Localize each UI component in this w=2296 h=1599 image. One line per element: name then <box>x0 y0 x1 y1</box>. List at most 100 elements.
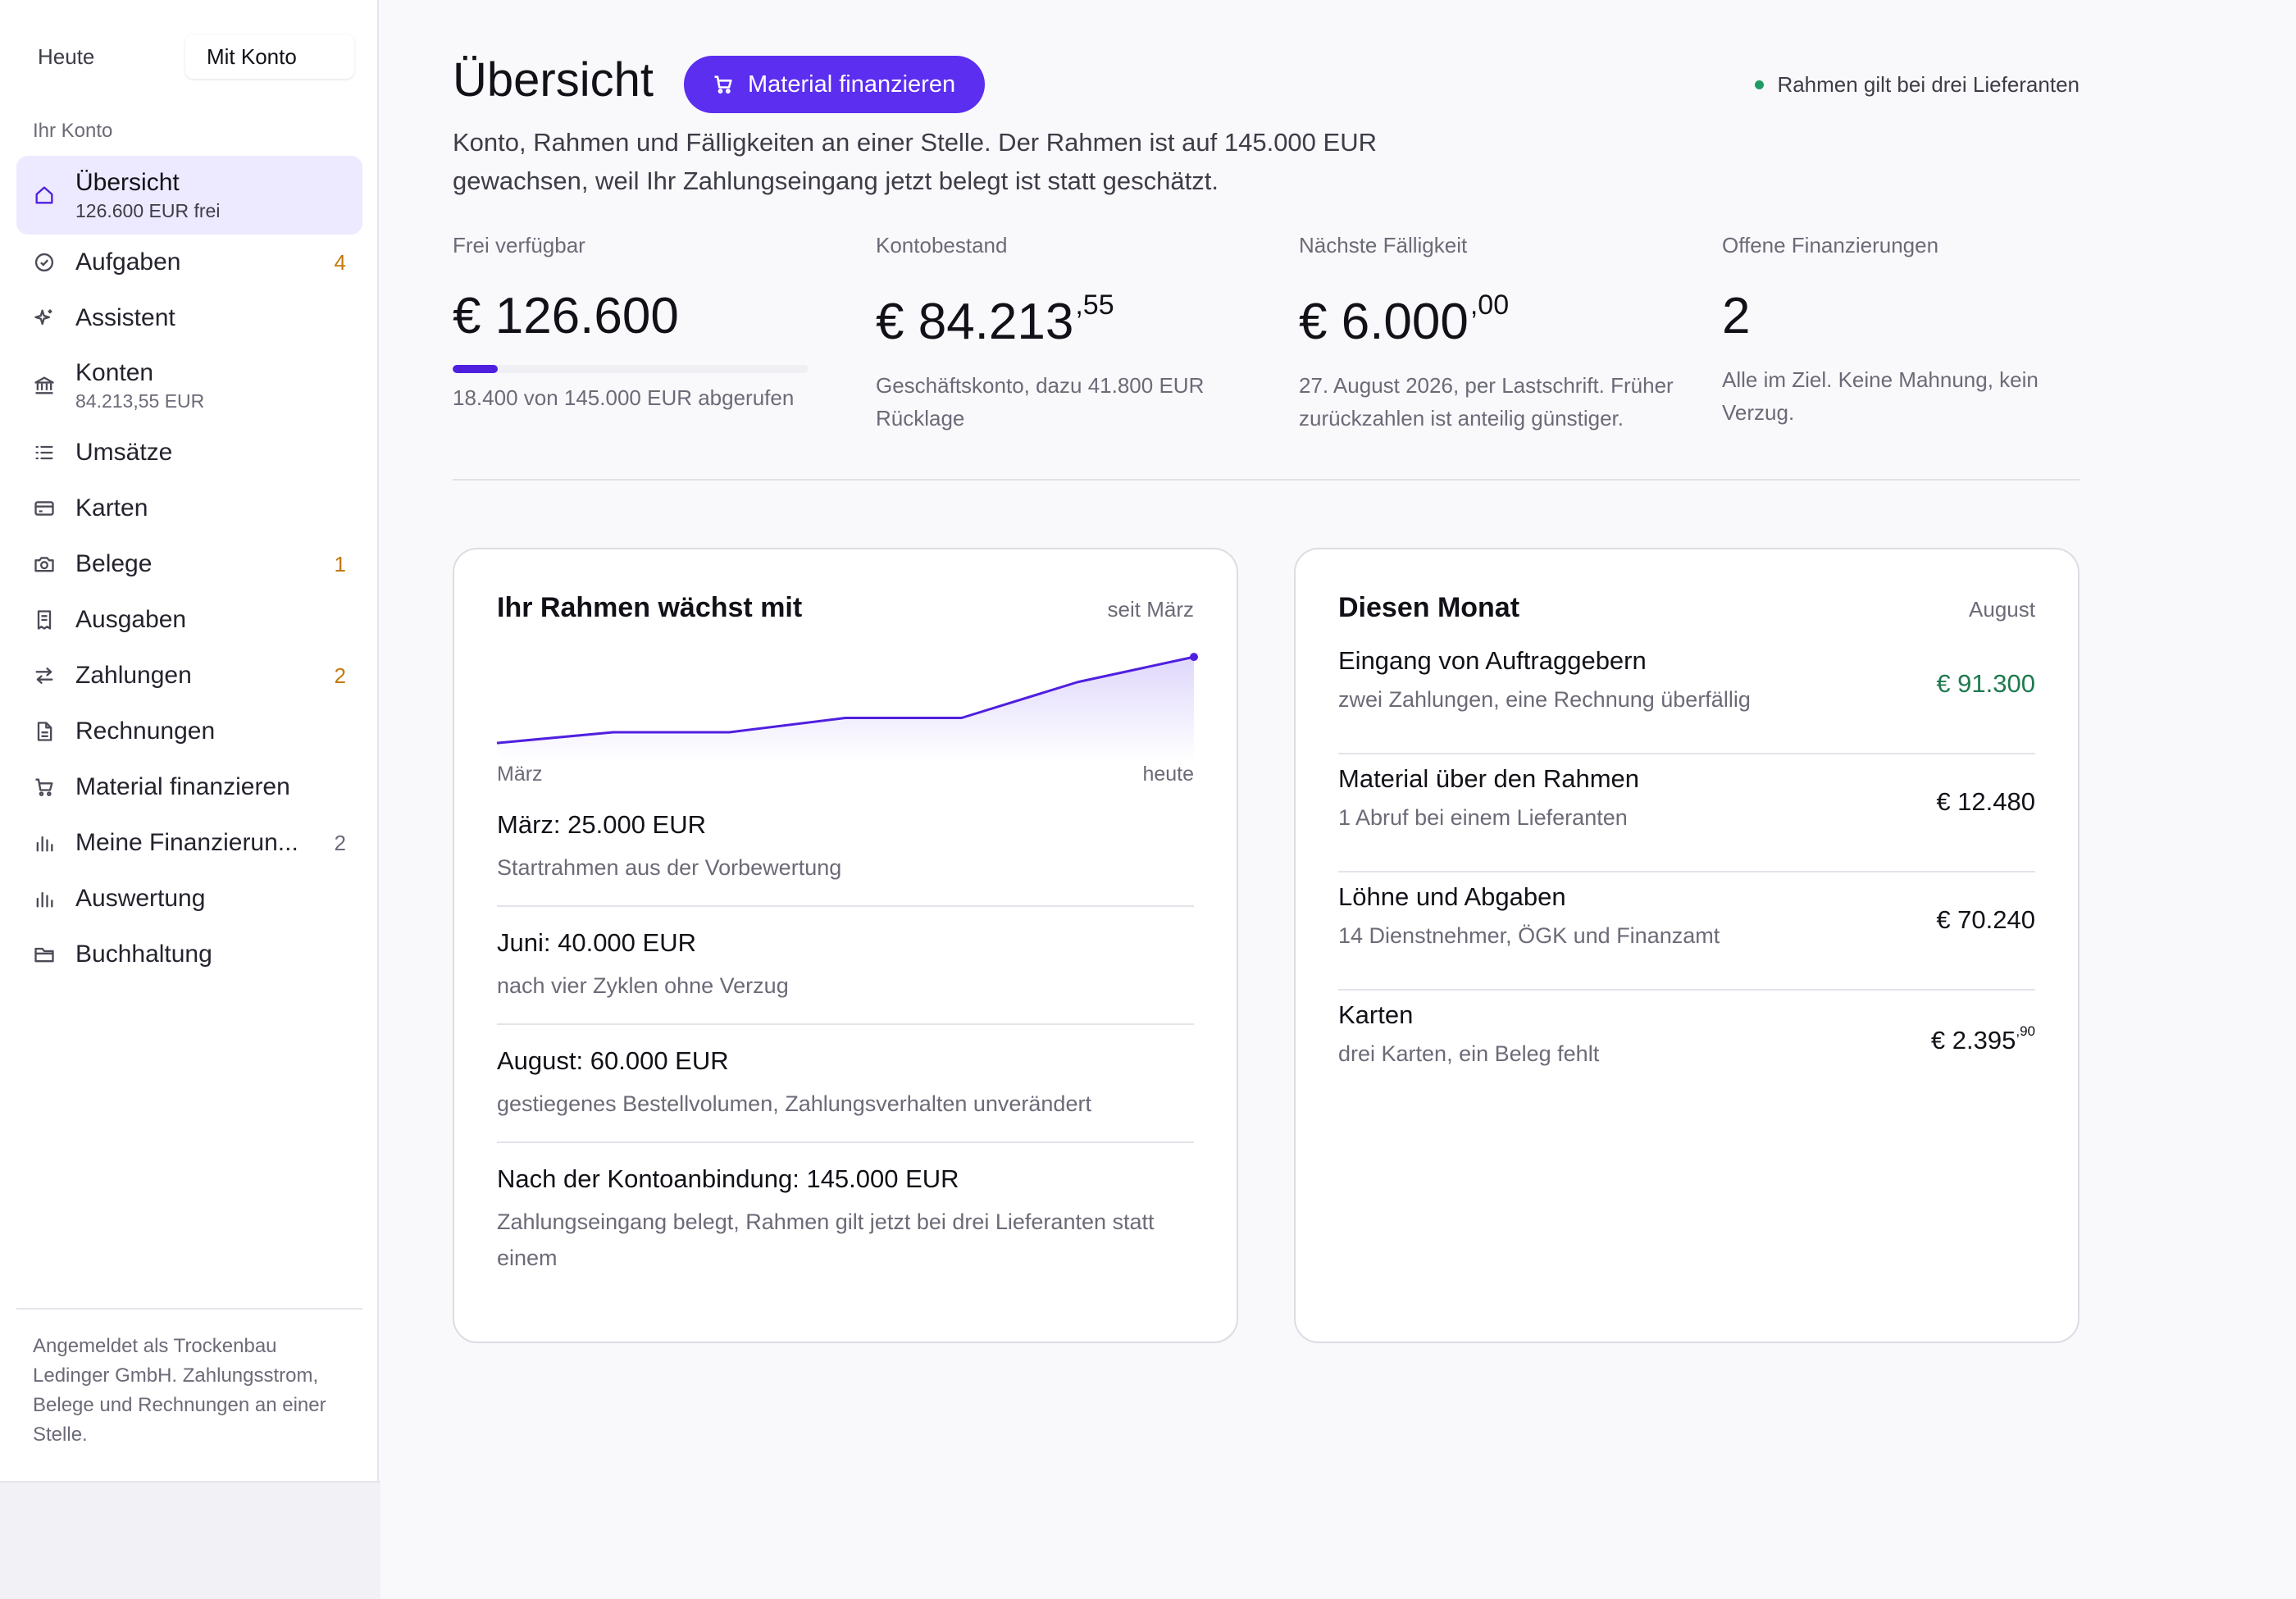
credit-usage-fill <box>453 365 499 373</box>
mode-tab-mit-konto[interactable]: Mit Konto <box>185 34 354 79</box>
sidebar-nav: Übersicht 126.600 EUR frei Aufgaben 4 As… <box>16 156 362 982</box>
sidebar-item-label: Umsätze <box>75 439 173 466</box>
credit-growth-svg <box>496 653 1198 761</box>
sidebar-item-label: Übersicht <box>75 168 180 196</box>
nav-section-label: Ihr Konto <box>33 120 113 142</box>
bank-icon <box>33 374 56 397</box>
credit-growth-card: Ihr Rahmen wächst mit seit März März heu… <box>453 548 1238 1343</box>
list-item: Nach der Kontoanbindung: 145.000 EUR Zah… <box>497 1164 1194 1296</box>
material-finanzieren-button[interactable]: Material finanzieren <box>684 56 986 113</box>
sidebar-item-label: Aufgaben <box>75 248 181 276</box>
check-circle-icon <box>33 251 56 274</box>
transfer-icon <box>33 664 56 687</box>
card-title: Diesen Monat <box>1338 592 1520 623</box>
list-item[interactable]: Löhne und Abgaben 14 Dienstnehmer, ÖGK u… <box>1338 872 2035 991</box>
stat-cents: ,00 <box>1469 289 1510 321</box>
row-amount-cents: ,90 <box>2016 1023 2035 1039</box>
milestone-desc: nach vier Zyklen ohne Verzug <box>497 973 789 998</box>
sidebar-item-buchhaltung[interactable]: Buchhaltung <box>16 927 362 982</box>
milestone-title: Juni: 40.000 EUR <box>497 928 696 957</box>
sidebar: Heute Mit Konto Ihr Konto Übersicht 126.… <box>0 0 379 1481</box>
receipt-icon <box>33 608 56 631</box>
sidebar-item-karten[interactable]: Karten <box>16 481 362 536</box>
month-list: Eingang von Auftraggebern zwei Zahlungen… <box>1338 646 2035 1109</box>
sidebar-item-label: Belege <box>75 550 153 577</box>
sidebar-item-auswertung[interactable]: Auswertung <box>16 871 362 927</box>
stat-value: € 6.000,00 <box>1299 289 1510 350</box>
sidebar-item-zahlungen[interactable]: Zahlungen 2 <box>16 648 362 704</box>
stat-open-financings: Offene Finanzierungen 2 Alle im Ziel. Ke… <box>1722 233 2107 429</box>
stat-desc: Geschäftskonto, dazu 41.800 EUR Rücklage <box>876 373 1205 430</box>
milestone-desc: Zahlungseingang belegt, Rahmen gilt jetz… <box>497 1210 1155 1270</box>
sidebar-item-assistent[interactable]: Assistent <box>16 290 362 346</box>
status-dot <box>1755 80 1765 89</box>
sidebar-item-sub: 84.213,55 EUR <box>75 390 205 412</box>
stat-label: Frei verfügbar <box>453 233 585 257</box>
milestone-list: März: 25.000 EUR Startrahmen aus der Vor… <box>497 810 1194 1317</box>
cart-icon <box>33 776 56 799</box>
card-icon <box>33 497 56 520</box>
card-title: Ihr Rahmen wächst mit <box>497 592 803 623</box>
sidebar-item-aufgaben[interactable]: Aufgaben 4 <box>16 235 362 290</box>
milestone-title: August: 60.000 EUR <box>497 1046 729 1075</box>
mode-tab-heute[interactable]: Heute <box>16 34 185 79</box>
home-icon <box>33 184 56 207</box>
sidebar-item-ausgaben[interactable]: Ausgaben <box>16 592 362 648</box>
row-amount: € 2.395,90 <box>1930 1023 2035 1055</box>
row-desc: zwei Zahlungen, eine Rechnung überfällig <box>1338 687 1751 712</box>
sidebar-item-belege[interactable]: Belege 1 <box>16 536 362 592</box>
sidebar-item-label: Karten <box>75 494 148 522</box>
sidebar-item-badge: 2 <box>334 830 346 855</box>
sidebar-item-sub: 126.600 EUR frei <box>75 199 221 221</box>
list-item[interactable]: Eingang von Auftraggebern zwei Zahlungen… <box>1338 646 2035 754</box>
sidebar-item-uebersicht[interactable]: Übersicht 126.600 EUR frei <box>16 156 362 235</box>
sidebar-item-meine-finanzierungen[interactable]: Meine Finanzierun... 2 <box>16 815 362 871</box>
milestone-title: Nach der Kontoanbindung: 145.000 EUR <box>497 1164 959 1193</box>
chart-x-label-start: März <box>497 763 543 786</box>
mode-toggle: Heute Mit Konto <box>16 34 354 79</box>
list-item[interactable]: Karten drei Karten, ein Beleg fehlt € 2.… <box>1338 991 2035 1109</box>
stat-label: Nächste Fälligkeit <box>1299 233 1468 257</box>
sidebar-item-label: Zahlungen <box>75 662 192 689</box>
bar-chart-icon <box>33 831 56 854</box>
sidebar-item-label: Assistent <box>75 304 175 331</box>
list-item: Juni: 40.000 EUR nach vier Zyklen ohne V… <box>497 928 1194 1025</box>
sidebar-item-konten[interactable]: Konten 84.213,55 EUR <box>16 346 362 425</box>
row-title: Material über den Rahmen <box>1338 764 1640 793</box>
sidebar-divider <box>16 1308 362 1310</box>
list-item: März: 25.000 EUR Startrahmen aus der Vor… <box>497 810 1194 907</box>
row-desc: 1 Abruf bei einem Lieferanten <box>1338 805 1628 830</box>
credit-usage-bar <box>453 365 809 373</box>
stat-cents: ,55 <box>1075 289 1114 321</box>
status-note-text: Rahmen gilt bei drei Lieferanten <box>1777 72 2080 97</box>
stat-value: € 126.600 <box>453 288 679 344</box>
page-title: Übersicht <box>453 53 654 107</box>
milestone-desc: Startrahmen aus der Vorbewertung <box>497 855 842 880</box>
chart-x-label-end: heute <box>1142 763 1194 786</box>
camera-icon <box>33 553 56 576</box>
sidebar-footer: Angemeldet als Trockenbau Ledinger GmbH.… <box>33 1335 326 1446</box>
cta-label: Material finanzieren <box>748 71 956 98</box>
this-month-card: Diesen Monat August Eingang von Auftragg… <box>1294 548 2080 1343</box>
sidebar-item-umsaetze[interactable]: Umsätze <box>16 425 362 481</box>
sidebar-bottom-area <box>0 1481 380 1599</box>
list-icon <box>33 441 56 464</box>
row-amount: € 70.240 <box>1936 905 2035 934</box>
document-icon <box>33 720 56 743</box>
stat-available: Frei verfügbar € 126.600 18.400 von 145.… <box>453 233 838 414</box>
list-item[interactable]: Material über den Rahmen 1 Abruf bei ein… <box>1338 754 2035 872</box>
stat-desc: Alle im Ziel. Keine Mahnung, kein Verzug… <box>1722 367 2039 425</box>
sidebar-item-material-finanzieren[interactable]: Material finanzieren <box>16 759 362 815</box>
sidebar-item-rechnungen[interactable]: Rechnungen <box>16 704 362 759</box>
folder-icon <box>33 943 56 966</box>
bar-chart-icon <box>33 887 56 910</box>
stat-next-due: Nächste Fälligkeit € 6.000,00 27. August… <box>1299 233 1684 435</box>
row-amount: € 12.480 <box>1936 787 2035 816</box>
stat-value: 2 <box>1722 288 1751 344</box>
milestone-title: März: 25.000 EUR <box>497 810 706 839</box>
milestone-desc: gestiegenes Bestellvolumen, Zahlungsverh… <box>497 1091 1091 1116</box>
row-desc: 14 Dienstnehmer, ÖGK und Finanzamt <box>1338 923 1720 948</box>
sidebar-item-label: Konten <box>75 358 154 386</box>
stat-balance: Kontobestand € 84.213,55 Geschäftskonto,… <box>876 233 1261 435</box>
credit-growth-chart <box>496 646 1198 761</box>
